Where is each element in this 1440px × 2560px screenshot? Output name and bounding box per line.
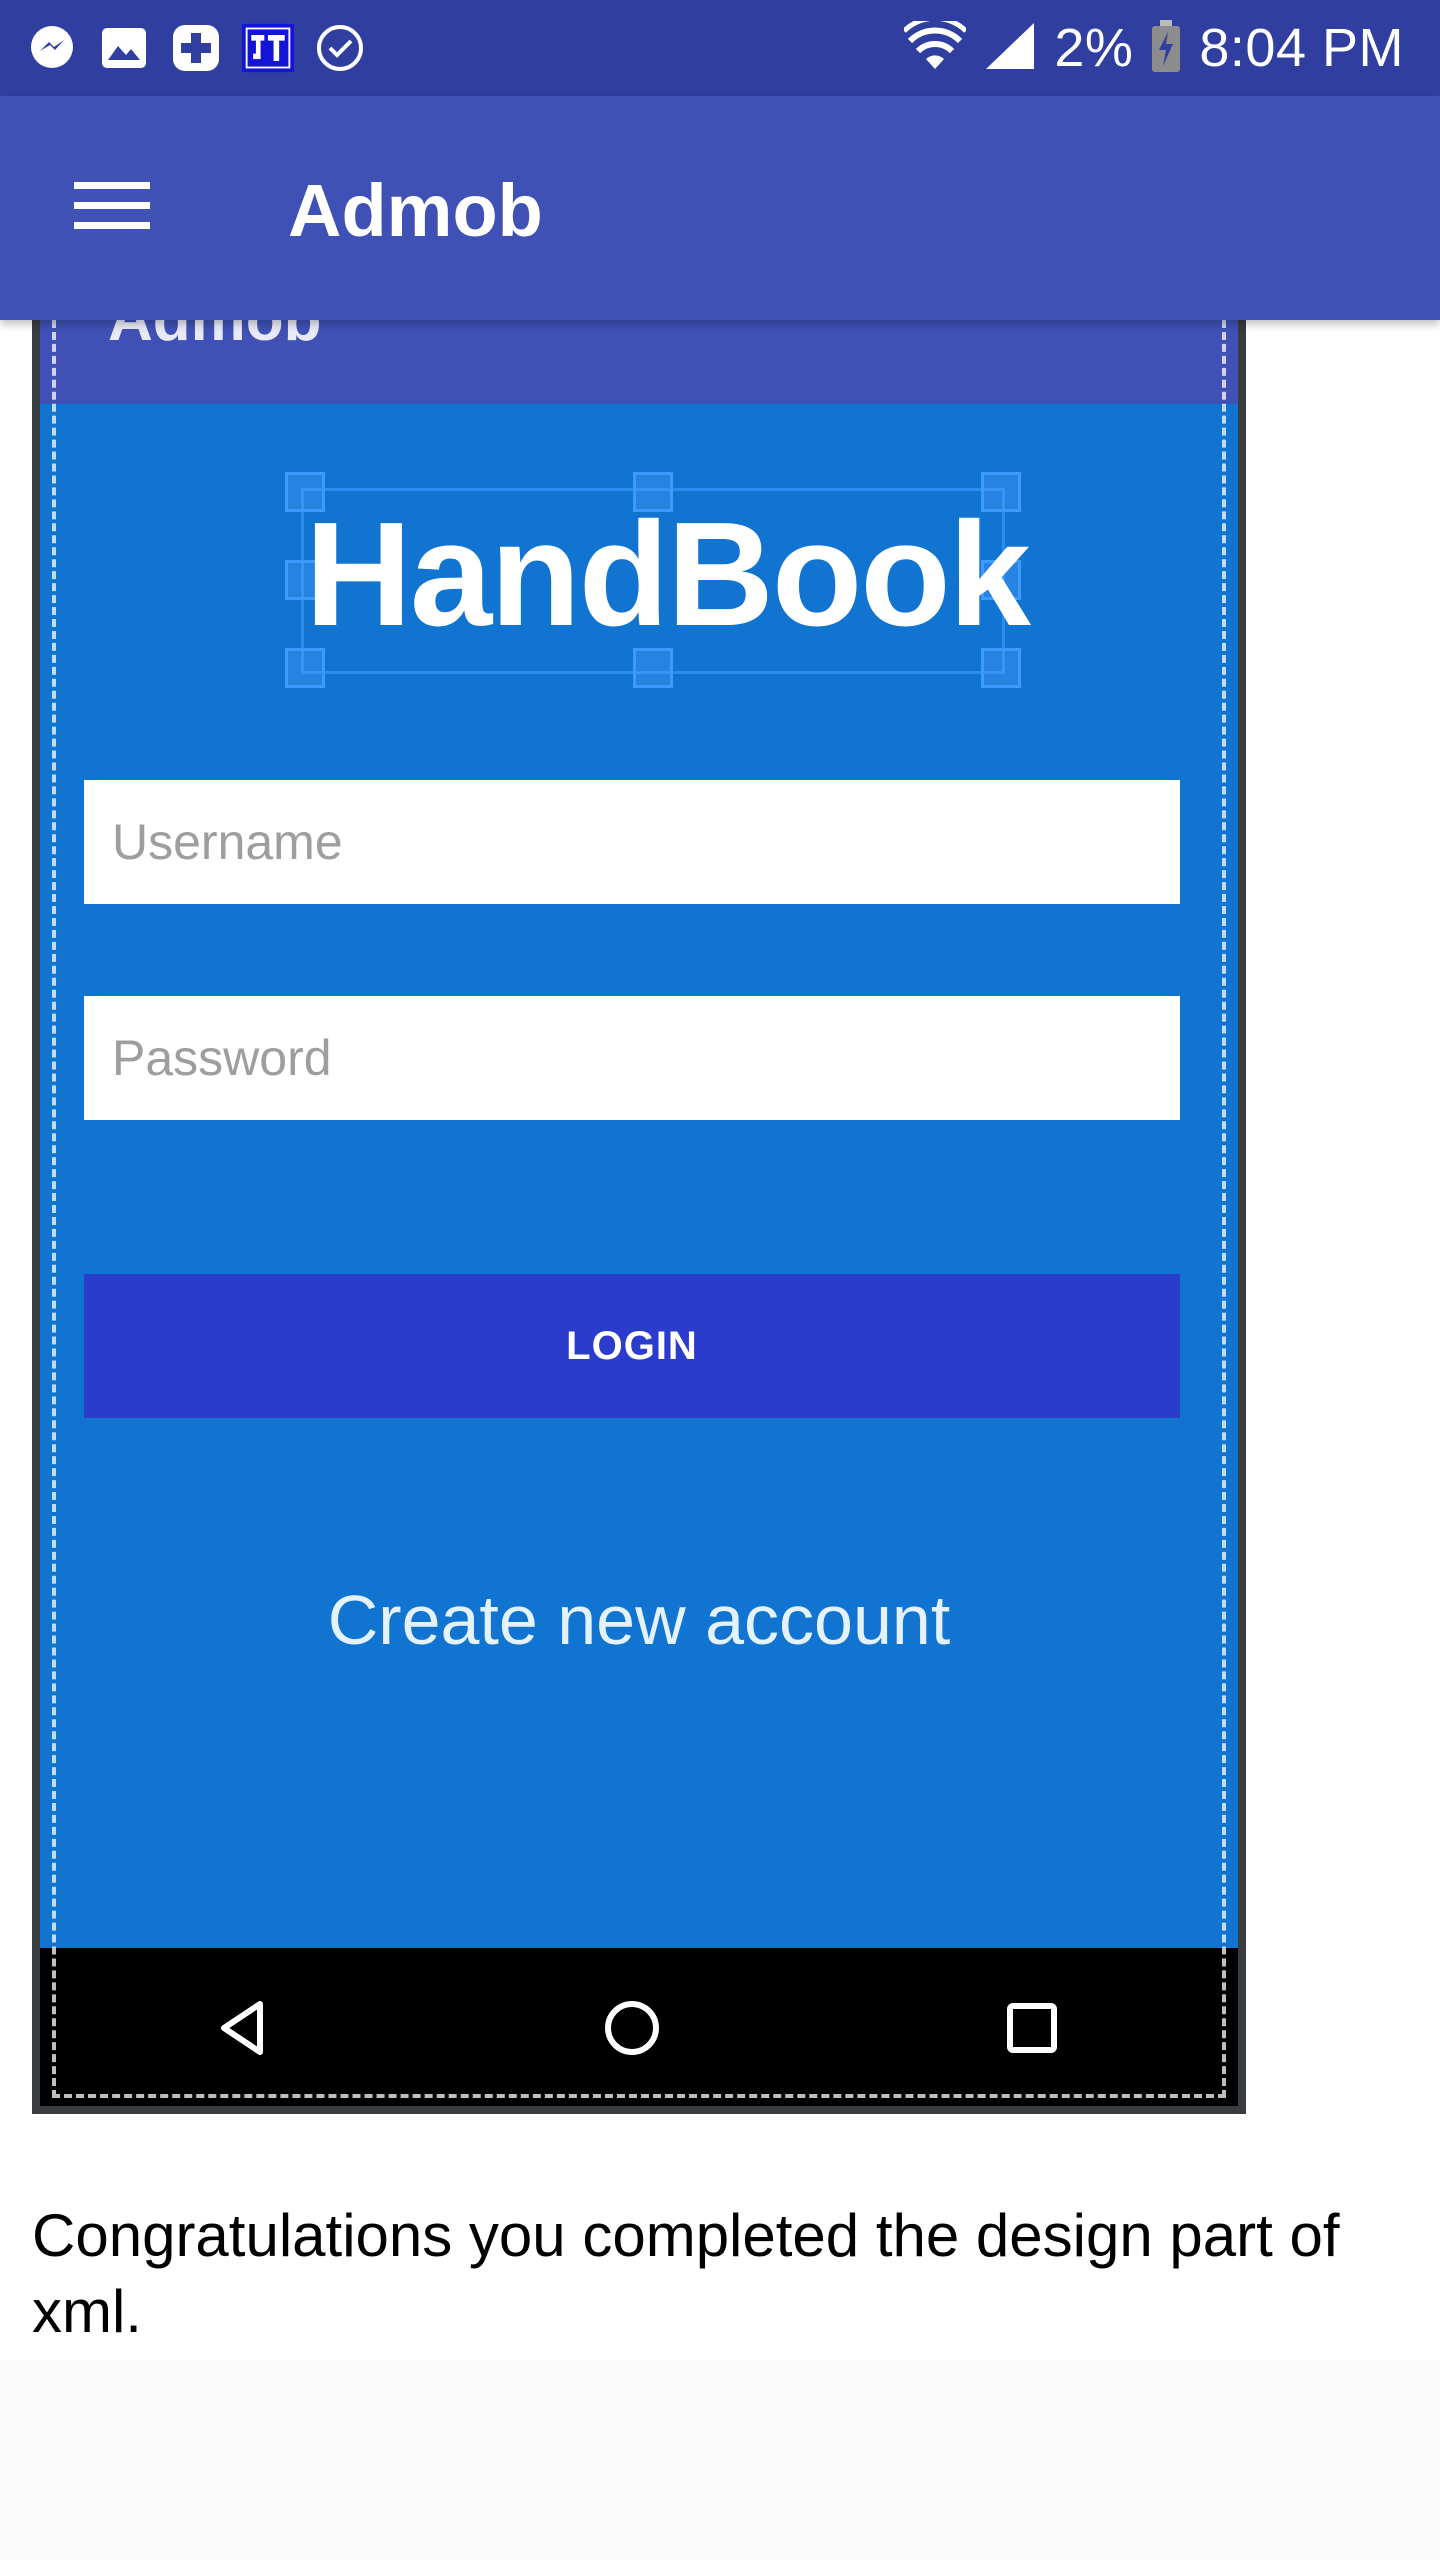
login-button[interactable]: LOGIN [84, 1274, 1180, 1418]
app-title: Admob [288, 169, 543, 252]
system-indicators: 2% 8:04 PM [902, 0, 1404, 96]
clock: 8:04 PM [1199, 18, 1404, 78]
check-circle-icon [314, 22, 366, 74]
battery-charging-icon [1151, 19, 1181, 77]
mock-toolbar-title: Admob [108, 320, 322, 355]
medical-cross-icon [170, 22, 222, 74]
home-icon[interactable] [600, 1996, 664, 2060]
image-icon [98, 22, 150, 74]
create-account-link[interactable]: Create new account [40, 1580, 1238, 1660]
bottom-blank-area [0, 2360, 1440, 2560]
back-icon[interactable] [210, 1996, 274, 2060]
mock-toolbar: Admob [40, 320, 1238, 404]
recents-icon[interactable] [1000, 1996, 1064, 2060]
layout-preview-image: Admob HandBook LOGIN Create new account [32, 320, 1246, 2114]
article-content: Admob HandBook LOGIN Create new account [0, 320, 1440, 2360]
jt-app-icon [242, 22, 294, 74]
hamburger-icon [74, 178, 150, 239]
signal-icon [984, 21, 1036, 76]
status-bar: 2% 8:04 PM [0, 0, 1440, 96]
notification-icons [0, 22, 366, 74]
battery-percent: 2% [1054, 18, 1134, 78]
password-field-container [84, 996, 1180, 1120]
messenger-icon [26, 22, 78, 74]
app-bar: Admob [0, 96, 1440, 320]
menu-button[interactable] [56, 166, 168, 250]
caption-text: Congratulations you completed the design… [32, 2202, 1340, 2345]
handbook-logo: HandBook [305, 492, 1031, 657]
username-field-container [84, 780, 1180, 904]
password-input[interactable] [84, 996, 1180, 1120]
username-input[interactable] [84, 780, 1180, 904]
wifi-icon [902, 15, 969, 76]
mock-navigation-bar [40, 1948, 1238, 2106]
logo-selection: HandBook [275, 470, 1031, 688]
